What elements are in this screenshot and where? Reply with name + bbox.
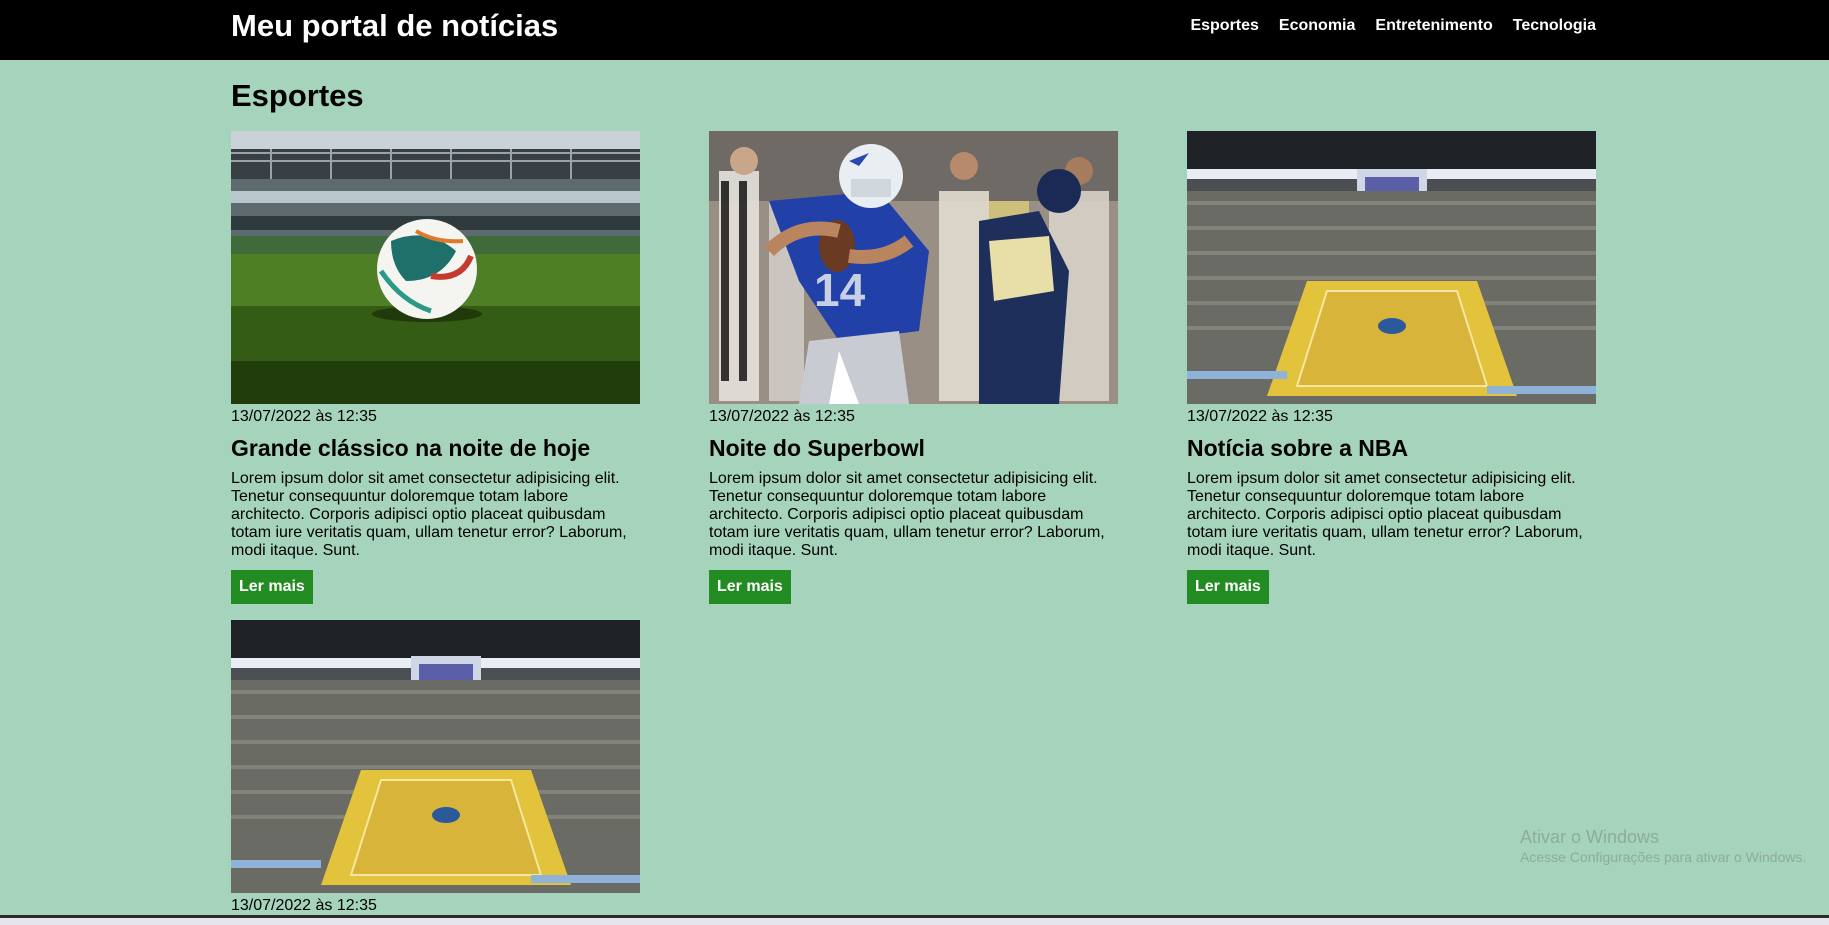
- article-date: 13/07/2022 às 12:35: [709, 408, 855, 425]
- article-body: Lorem ipsum dolor sit amet consectetur a…: [231, 470, 627, 559]
- section-title: Esportes: [231, 78, 364, 113]
- nav-link-entretenimento[interactable]: Entretenimento: [1375, 16, 1492, 36]
- article-date: 13/07/2022 às 12:35: [231, 408, 377, 425]
- article-date: 13/07/2022 às 12:35: [231, 897, 377, 914]
- basketball-arena-photo[interactable]: [1187, 131, 1596, 404]
- article-title[interactable]: Notícia sobre a NBA: [1187, 434, 1596, 462]
- taskbar-edge: [0, 918, 1829, 925]
- watermark-subtitle: Acesse Configurações para ativar o Windo…: [1520, 849, 1807, 865]
- basketball-arena-photo[interactable]: [231, 620, 640, 893]
- read-more-button[interactable]: Ler mais: [231, 570, 313, 604]
- svg-text:14: 14: [814, 264, 866, 316]
- main-nav: Esportes Economia Entretenimento Tecnolo…: [1190, 16, 1596, 36]
- article-body: Lorem ipsum dolor sit amet consectetur a…: [1187, 470, 1583, 559]
- american-football-player-photo[interactable]: 14: [709, 131, 1118, 404]
- read-more-button[interactable]: Ler mais: [1187, 570, 1269, 604]
- windows-activation-watermark: Ativar o Windows Acesse Configurações pa…: [1520, 826, 1806, 866]
- nav-link-economia[interactable]: Economia: [1279, 16, 1355, 36]
- article-body: Lorem ipsum dolor sit amet consectetur a…: [709, 470, 1105, 559]
- soccer-ball-stadium-photo[interactable]: [231, 131, 640, 404]
- read-more-button[interactable]: Ler mais: [709, 570, 791, 604]
- article-date: 13/07/2022 às 12:35: [1187, 408, 1333, 425]
- watermark-title: Ativar o Windows: [1520, 827, 1660, 847]
- article-title[interactable]: Noite do Superbowl: [709, 434, 1118, 462]
- site-header: Meu portal de notícias Esportes Economia…: [0, 0, 1829, 60]
- news-card: 13/07/2022 às 12:35 Notícia sobre a NBA …: [1187, 131, 1596, 604]
- news-card: 13/07/2022 às 12:35: [231, 620, 640, 915]
- nav-link-esportes[interactable]: Esportes: [1190, 16, 1258, 36]
- news-card: 14 13/07/2022 às 12:35 Noite do Superbow…: [709, 131, 1118, 604]
- site-title[interactable]: Meu portal de notícias: [231, 8, 558, 44]
- article-title[interactable]: Grande clássico na noite de hoje: [231, 434, 640, 462]
- news-card: 13/07/2022 às 12:35 Grande clássico na n…: [231, 131, 640, 604]
- nav-link-tecnologia[interactable]: Tecnologia: [1513, 16, 1596, 36]
